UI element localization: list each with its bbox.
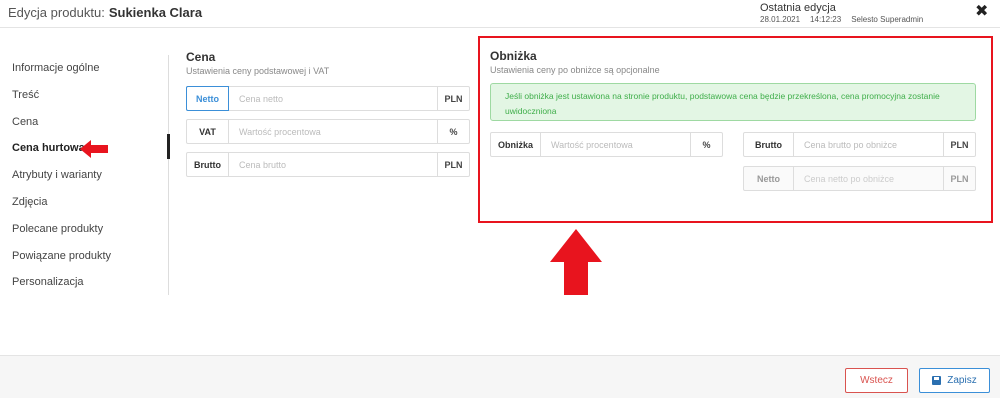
title-prefix: Edycja produktu:	[8, 5, 105, 20]
close-icon[interactable]: ✖	[975, 4, 988, 20]
save-button-label: Zapisz	[947, 375, 977, 386]
brutto-price-field: Brutto PLN	[186, 152, 470, 177]
modal-header: Edycja produktu: Sukienka Clara Ostatnia …	[0, 0, 1000, 28]
page-title: Edycja produktu: Sukienka Clara	[8, 5, 202, 20]
product-name: Sukienka Clara	[108, 5, 203, 20]
last-edit-meta: 28.01.2021 14:12:23 Selesto Superadmin	[760, 15, 933, 24]
last-edit-info: Ostatnia edycja 28.01.2021 14:12:23 Selest…	[760, 2, 933, 24]
vat-input[interactable]	[229, 120, 437, 143]
annotation-arrow-left-icon	[80, 140, 108, 158]
sidebar-item-zdjecia[interactable]: Zdjęcia	[12, 189, 172, 216]
brutto-unit: PLN	[437, 153, 469, 176]
modal-footer: Wstecz Zapisz	[0, 355, 1000, 398]
discount-percent-input[interactable]	[541, 133, 690, 156]
netto-unit: PLN	[437, 87, 469, 110]
back-button[interactable]: Wstecz	[845, 368, 908, 393]
discount-netto-label: Netto	[744, 167, 794, 190]
annotation-arrow-up-icon	[550, 229, 602, 295]
sidebar-divider	[168, 55, 169, 295]
discount-label: Obniżka	[491, 133, 541, 156]
discount-brutto-unit: PLN	[943, 133, 975, 156]
brutto-price-input[interactable]	[229, 153, 437, 176]
last-edit-time: 14:12:23	[810, 15, 842, 24]
discount-section-subtitle: Ustawienia ceny po obniżce są opcjonalne	[490, 65, 660, 75]
sidebar-item-polecane[interactable]: Polecane produkty	[12, 216, 172, 243]
sidebar-item-powiazane[interactable]: Powiązane produkty	[12, 243, 172, 270]
last-edit-label: Ostatnia edycja	[760, 2, 836, 14]
netto-price-field: Netto PLN	[186, 86, 470, 111]
vat-unit: %	[437, 120, 469, 143]
discount-unit: %	[690, 133, 722, 156]
discount-brutto-input[interactable]	[794, 133, 943, 156]
discount-brutto-label: Brutto	[744, 133, 794, 156]
brutto-label: Brutto	[187, 153, 229, 176]
vat-label: VAT	[187, 120, 229, 143]
discount-section-title: Obniżka	[490, 49, 537, 63]
price-section-subtitle: Ustawienia ceny podstawowej i VAT	[186, 66, 330, 76]
discount-netto-input	[794, 167, 943, 190]
sidebar-item-tresc[interactable]: Treść	[12, 82, 172, 109]
sidebar-item-personalizacja[interactable]: Personalizacja	[12, 269, 172, 296]
discount-netto-field: Netto PLN	[743, 166, 976, 191]
back-button-label: Wstecz	[860, 375, 893, 386]
discount-brutto-field: Brutto PLN	[743, 132, 976, 157]
active-item-indicator	[167, 134, 170, 159]
last-edit-date: 28.01.2021	[760, 15, 801, 24]
netto-price-input[interactable]	[229, 87, 437, 110]
sidebar-item-atrybuty[interactable]: Atrybuty i warianty	[12, 162, 172, 189]
save-icon	[932, 376, 942, 385]
save-button[interactable]: Zapisz	[919, 368, 990, 393]
vat-field: VAT %	[186, 119, 470, 144]
discount-percent-field: Obniżka %	[490, 132, 723, 157]
discount-info-alert: Jeśli obniżka jest ustawiona na stronie …	[490, 83, 976, 121]
price-section: Cena Ustawienia ceny podstawowej i VAT N…	[186, 50, 470, 177]
sidebar-item-cena[interactable]: Cena	[12, 109, 172, 136]
last-edit-user: Selesto Superadmin	[851, 15, 924, 24]
discount-netto-unit: PLN	[943, 167, 975, 190]
sidebar-item-informacje-ogolne[interactable]: Informacje ogólne	[12, 55, 172, 82]
netto-label: Netto	[186, 86, 229, 111]
price-section-title: Cena	[186, 50, 216, 64]
discount-section: Obniżka Ustawienia ceny po obniżce są op…	[490, 49, 980, 75]
sidebar-nav: Informacje ogólne Treść Cena Cena hurtow…	[12, 55, 172, 296]
